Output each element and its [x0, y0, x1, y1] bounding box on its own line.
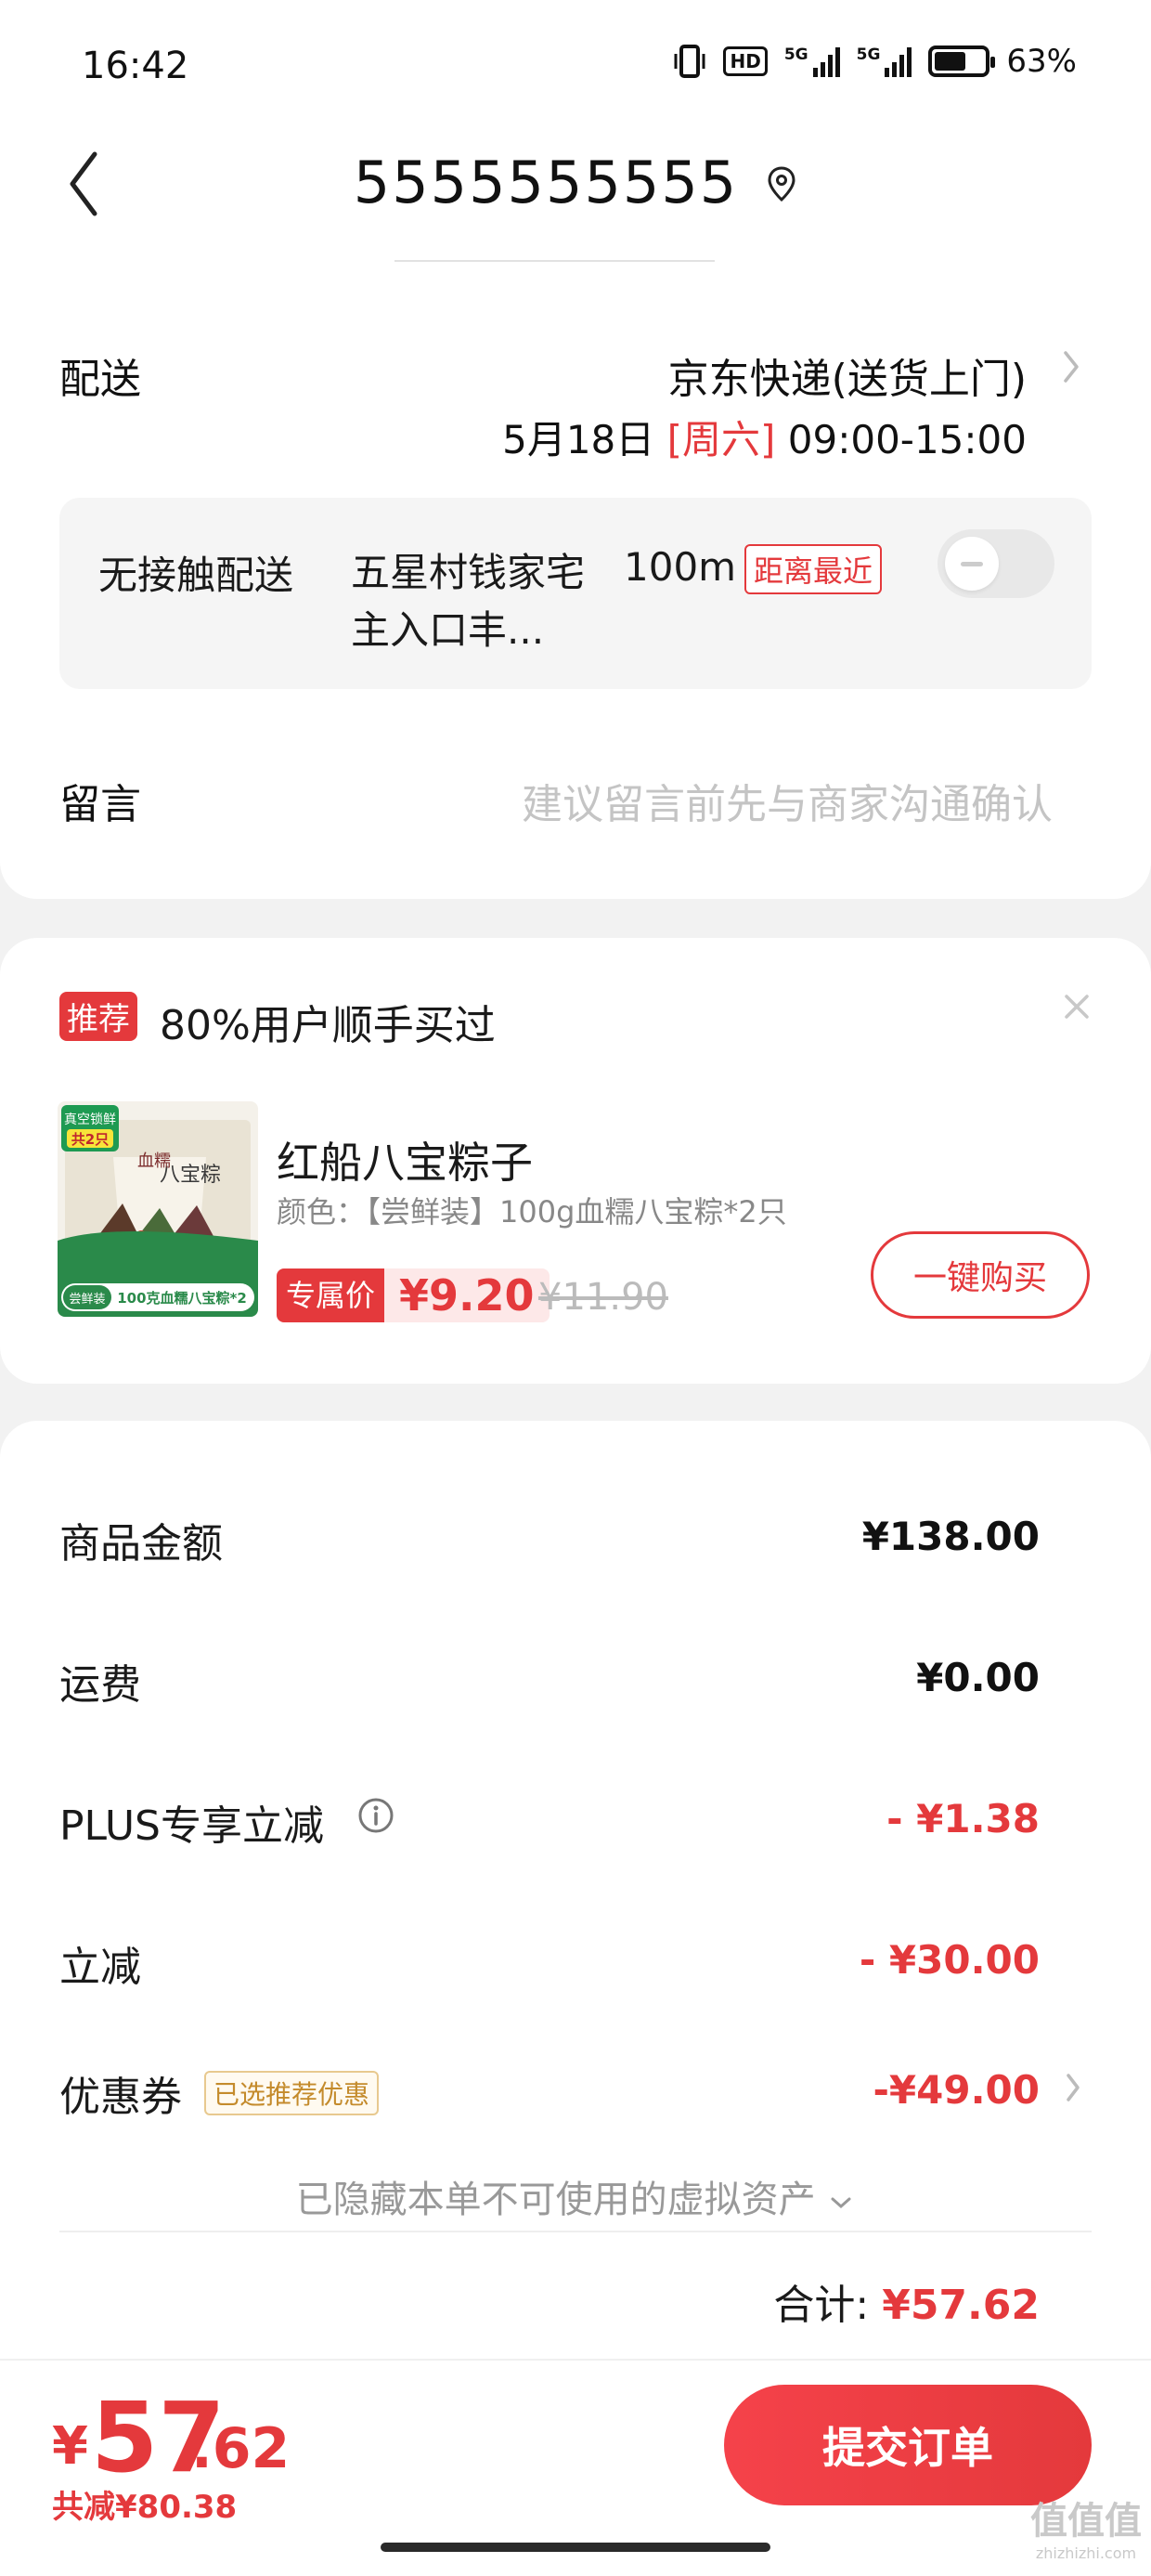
recommend-tag: 推荐	[59, 992, 137, 1041]
watermark-sub: zhizhizhi.com	[1035, 2544, 1137, 2562]
goods-amount-label: 商品金额	[59, 1520, 223, 1568]
battery-icon	[928, 46, 996, 77]
delivery-date: 5月18日	[502, 417, 655, 462]
page-title[interactable]: 5555555555	[0, 149, 1151, 216]
contactless-address: 五星村钱家宅主入口丰...	[351, 550, 586, 653]
hidden-assets-toggle[interactable]: 已隐藏本单不可使用的虚拟资产	[0, 2169, 1151, 2223]
nearest-badge: 距离最近	[744, 544, 883, 594]
battery-level	[935, 52, 966, 71]
product-image-badge-top: 真空锁鲜	[64, 1112, 116, 1127]
divider	[59, 2231, 1092, 2232]
shipping-label: 运费	[59, 1661, 141, 1709]
product-name[interactable]: 红船八宝粽子	[277, 1129, 533, 1190]
recommend-title: 80%用户顺手买过	[160, 1002, 496, 1049]
battery-percent: 63%	[1006, 43, 1077, 80]
info-icon[interactable]	[356, 1796, 395, 1835]
product-image[interactable]: 八宝粽 血糯 真空锁鲜 共2只 尝鲜装 100克血糯八宝粽*2	[58, 1101, 258, 1317]
product-price: ¥9.20	[384, 1268, 550, 1322]
chevron-down-icon	[827, 2179, 855, 2221]
delivery-method[interactable]: 京东快递(送货上门)	[668, 345, 1027, 405]
message-label: 留言	[59, 781, 141, 828]
plus-discount-value: - ¥1.38	[886, 1796, 1040, 1841]
delivery-label: 配送	[59, 356, 141, 403]
pay-currency: ¥	[52, 2416, 88, 2477]
contactless-toggle[interactable]	[938, 529, 1054, 598]
product-image-badge-count: 共2只	[71, 1131, 109, 1148]
coupon-value[interactable]: -¥49.00	[873, 2067, 1040, 2113]
watermark-text: 值值值	[1030, 2500, 1142, 2543]
toggle-knob-icon	[945, 537, 999, 591]
product-spec: 颜色：【尝鲜装】100g血糯八宝粽*2只	[277, 1194, 787, 1229]
network-type-label-2: 5G	[856, 46, 881, 64]
one-click-buy-button[interactable]: 一键购买	[871, 1231, 1090, 1319]
price-tag: 专属价	[277, 1268, 385, 1322]
hd-icon: HD	[723, 46, 768, 76]
contactless-delivery-box: 无接触配送 五星村钱家宅主入口丰... 100m 距离最近	[59, 498, 1092, 689]
instant-discount-label: 立减	[59, 1944, 141, 1991]
location-pin-icon[interactable]	[766, 149, 797, 216]
product-price-box: 专属价 ¥9.20	[277, 1268, 550, 1322]
coupon-label: 优惠券	[59, 2074, 182, 2121]
watermark-logo: 值值值 zhizhizhi.com	[1030, 2491, 1142, 2562]
message-input[interactable]: 建议留言前先与商家沟通确认	[522, 771, 1053, 830]
status-icons: HD 5G 5G 63%	[673, 43, 1077, 80]
shipping-value: ¥0.00	[916, 1655, 1040, 1700]
contactless-distance: 100m	[624, 544, 737, 590]
product-image-banner-tag: 尝鲜装	[69, 1293, 105, 1307]
goods-amount-value: ¥138.00	[861, 1514, 1040, 1559]
total-saved: 共减¥80.38	[52, 2489, 238, 2526]
product-image-brand: 血糯	[137, 1151, 171, 1171]
coupon-chevron-right-icon[interactable]	[1062, 2067, 1084, 2108]
network-type-label: 5G	[783, 46, 808, 64]
total-label: 合计:	[773, 2282, 870, 2329]
home-indicator[interactable]	[381, 2543, 770, 2552]
pay-amount-decimal: .62	[191, 2416, 291, 2481]
signal-icon: 5G	[784, 46, 840, 77]
delivery-time-window: 09:00-15:00	[787, 417, 1027, 462]
instant-discount-value: - ¥30.00	[859, 1937, 1040, 1983]
vibrate-icon	[673, 43, 706, 80]
title-divider	[394, 260, 715, 262]
product-original-price: ¥11.90	[538, 1276, 668, 1319]
total-value: ¥57.62	[882, 2282, 1040, 2329]
submit-order-button[interactable]: 提交订单	[724, 2385, 1092, 2505]
recommend-card: 推荐 80%用户顺手买过 八宝粽 血糯 真空锁鲜 共2只 尝鲜装 100克血糯八…	[0, 938, 1151, 1384]
delivery-weekday: [周六]	[666, 417, 776, 462]
status-time: 16:42	[82, 45, 189, 87]
close-icon[interactable]	[1058, 988, 1095, 1025]
page-title-text: 5555555555	[353, 149, 739, 216]
total-line: 合计: ¥57.62	[773, 2271, 1040, 2331]
contactless-label: 无接触配送	[98, 553, 294, 598]
delivery-chevron-right-icon[interactable]	[1058, 344, 1084, 390]
coupon-badge: 已选推荐优惠	[204, 2071, 380, 2115]
delivery-time[interactable]: 5月18日 [周六] 09:00-15:00	[502, 409, 1027, 465]
plus-discount-label: PLUS专享立减	[59, 1802, 324, 1850]
hidden-assets-text: 已隐藏本单不可使用的虚拟资产	[295, 2179, 816, 2221]
signal-icon-2: 5G	[857, 46, 912, 77]
product-image-banner-text: 100克血糯八宝粽*2	[117, 1290, 247, 1307]
